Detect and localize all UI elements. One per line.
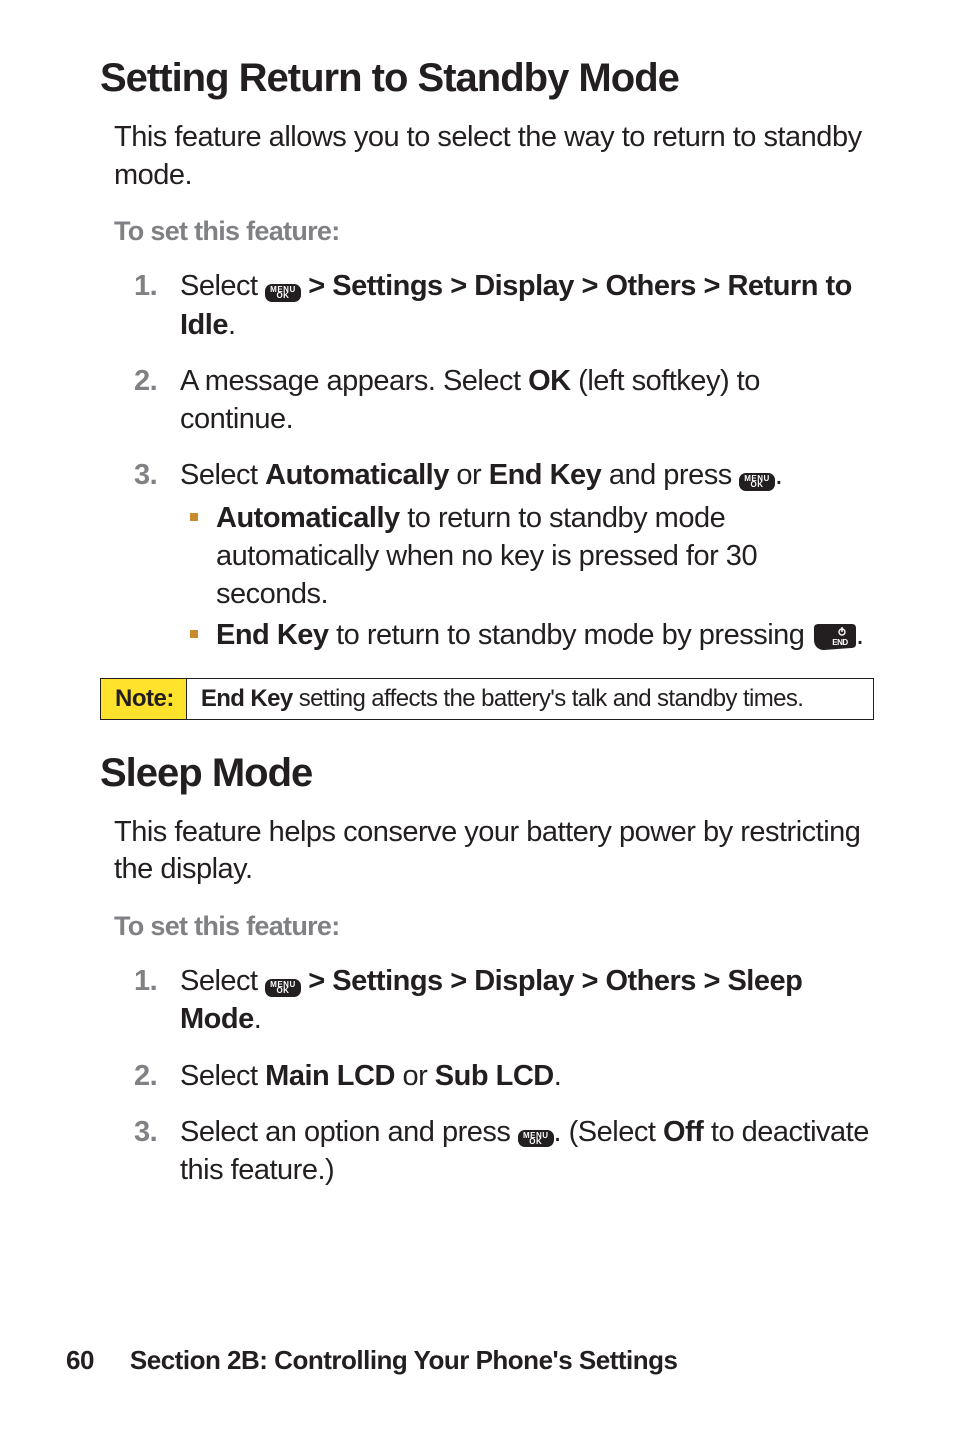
note-box: Note: End Key setting affects the batter… xyxy=(100,678,874,720)
steps-list-1: 1. Select MENUOK > Settings > Display > … xyxy=(100,267,874,659)
steps-list-2: 1. Select MENUOK > Settings > Display > … xyxy=(100,962,874,1189)
step-1-3: 3. Select Automatically or End Key and p… xyxy=(134,456,874,659)
step-1-1: 1. Select MENUOK > Settings > Display > … xyxy=(134,267,874,344)
sublist: Automatically to return to standby mode … xyxy=(180,499,874,660)
subheading-2: To set this feature: xyxy=(114,911,874,942)
page-number: 60 xyxy=(66,1345,94,1376)
end-key-icon: END xyxy=(812,622,856,660)
step-2-2: 2. Select Main LCD or Sub LCD. xyxy=(134,1057,874,1095)
text: setting affects the battery's talk and s… xyxy=(293,685,804,712)
step-1-2: 2. A message appears. Select OK (left so… xyxy=(134,362,874,439)
text: to return to standby mode by pressing xyxy=(329,619,812,651)
note-text: End Key setting affects the battery's ta… xyxy=(187,679,818,719)
text: or xyxy=(395,1060,435,1092)
bold: Automatically xyxy=(216,502,400,534)
bold: Automatically xyxy=(265,459,449,491)
note-label: Note: xyxy=(101,679,187,719)
menu-ok-icon: MENUOK xyxy=(265,284,301,302)
step-num: 3. xyxy=(134,456,157,494)
intro-return-standby: This feature allows you to select the wa… xyxy=(114,119,874,194)
nav-path: > Settings > Display > Others > Sleep Mo… xyxy=(180,965,802,1035)
text: Select xyxy=(180,270,265,302)
step-2-1: 1. Select MENUOK > Settings > Display > … xyxy=(134,962,874,1039)
step-num: 1. xyxy=(134,962,157,1000)
bold: Off xyxy=(663,1116,703,1148)
step-num: 2. xyxy=(134,1057,157,1095)
menu-ok-icon: MENUOK xyxy=(518,1130,554,1148)
text: Select an option and press xyxy=(180,1116,518,1148)
bold: End Key xyxy=(216,619,329,651)
step-num: 1. xyxy=(134,267,157,305)
text: . (Select xyxy=(554,1116,663,1148)
page-footer: 60 Section 2B: Controlling Your Phone's … xyxy=(66,1345,677,1376)
bold: Sub LCD xyxy=(435,1060,554,1092)
menu-ok-icon: MENUOK xyxy=(739,473,775,491)
text: or xyxy=(449,459,489,491)
bold: End Key xyxy=(201,685,293,712)
text: . xyxy=(254,1003,262,1035)
bold: Main LCD xyxy=(265,1060,395,1092)
heading-return-standby: Setting Return to Standby Mode xyxy=(100,55,874,101)
text: Select xyxy=(180,459,265,491)
text: Select xyxy=(180,1060,265,1092)
intro-sleep-mode: This feature helps conserve your battery… xyxy=(114,814,874,889)
text: . xyxy=(775,459,783,491)
heading-sleep-mode: Sleep Mode xyxy=(100,750,874,796)
subitem-endkey: End Key to return to standby mode by pre… xyxy=(180,616,874,660)
square-bullet-icon xyxy=(190,513,198,521)
text: . xyxy=(228,309,236,341)
svg-text:END: END xyxy=(832,638,848,647)
text: Select xyxy=(180,965,265,997)
text: . xyxy=(554,1060,562,1092)
square-bullet-icon xyxy=(190,630,198,638)
text: and press xyxy=(601,459,739,491)
menu-ok-icon: MENUOK xyxy=(265,979,301,997)
bold: End Key xyxy=(489,459,602,491)
subitem-auto: Automatically to return to standby mode … xyxy=(180,499,874,614)
step-2-3: 3. Select an option and press MENUOK. (S… xyxy=(134,1113,874,1190)
section-label: Section 2B: Controlling Your Phone's Set… xyxy=(130,1345,678,1376)
bold: OK xyxy=(528,365,571,397)
text: . xyxy=(856,619,864,651)
step-num: 2. xyxy=(134,362,157,400)
subheading-1: To set this feature: xyxy=(114,216,874,247)
text: A message appears. Select xyxy=(180,365,528,397)
nav-path: > Settings > Display > Others > Return t… xyxy=(180,270,852,340)
step-num: 3. xyxy=(134,1113,157,1151)
